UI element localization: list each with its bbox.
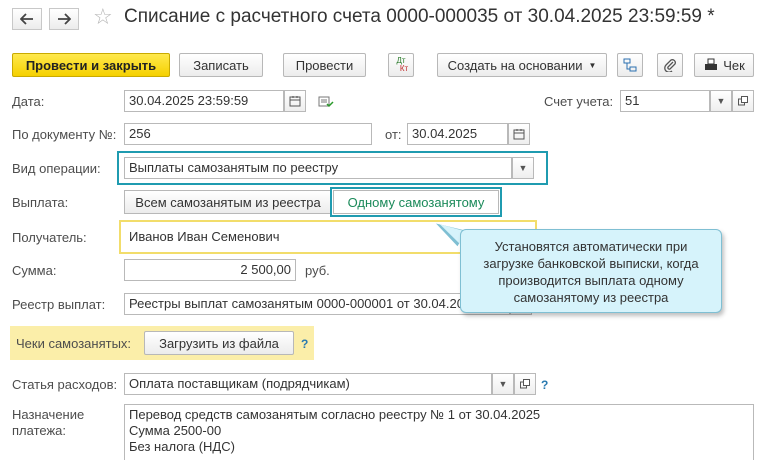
chevron-down-icon: ▼: [498, 379, 508, 389]
registry-label: Реестр выплат:: [12, 297, 106, 312]
paperclip-icon: [664, 59, 676, 72]
doc-date-field[interactable]: 30.04.2025: [407, 123, 508, 145]
date-label: Дата:: [12, 94, 45, 109]
operation-dropdown-button[interactable]: ▼: [512, 157, 534, 179]
date-field[interactable]: 30.04.2025 23:59:59: [124, 90, 284, 112]
post-and-close-button[interactable]: Провести и закрыть: [12, 53, 170, 77]
arrow-left-icon: [20, 13, 33, 25]
post-button[interactable]: Провести: [283, 53, 366, 77]
open-window-icon: [520, 379, 530, 389]
date-calendar-button[interactable]: [284, 90, 306, 112]
operation-label: Вид операции:: [12, 161, 101, 176]
check-label: Чек: [723, 57, 745, 73]
forward-button[interactable]: [49, 8, 79, 30]
operation-field[interactable]: Выплаты самозанятым по реестру: [124, 157, 512, 179]
account-open-button[interactable]: [732, 90, 754, 112]
back-button[interactable]: [12, 8, 42, 30]
chevron-down-icon: ▼: [518, 163, 528, 173]
expense-open-button[interactable]: [514, 373, 536, 395]
create-based-on-label: Создать на основании: [447, 57, 583, 73]
help-icon[interactable]: ?: [301, 337, 308, 351]
payment-label: Выплата:: [12, 195, 69, 210]
registry-field[interactable]: Реестры выплат самозанятым 0000-000001 о…: [124, 293, 510, 315]
purpose-textarea[interactable]: Перевод средств самозанятым согласно рее…: [124, 404, 754, 460]
chevron-down-icon: ▼: [716, 96, 726, 106]
kt-label: Кт: [399, 64, 409, 73]
calendar-icon: [289, 96, 301, 107]
attach-button[interactable]: [657, 53, 683, 77]
save-button[interactable]: Записать: [179, 53, 263, 77]
doc-number-field[interactable]: 256: [124, 123, 372, 145]
amount-label: Сумма:: [12, 263, 57, 278]
create-based-on-button[interactable]: Создать на основании ▼: [437, 53, 607, 77]
account-field[interactable]: 51: [620, 90, 710, 112]
help-icon[interactable]: ?: [541, 378, 548, 392]
check-button[interactable]: Чек: [694, 53, 754, 77]
page-title: Списание с расчетного счета 0000-000035 …: [124, 6, 715, 27]
payment-all-button[interactable]: Всем самозанятым из реестра: [124, 190, 332, 214]
amount-field[interactable]: 2 500,00: [124, 259, 296, 281]
open-window-icon: [738, 96, 748, 106]
expense-field[interactable]: Оплата поставщикам (подрядчикам): [124, 373, 492, 395]
purpose-label-line2: платежа:: [12, 423, 66, 438]
amount-currency: руб.: [305, 263, 330, 278]
account-label: Счет учета:: [544, 94, 614, 109]
doc-number-label: По документу №:: [12, 127, 117, 142]
doc-date-label: от:: [385, 127, 402, 142]
payment-one-button[interactable]: Одному самозанятому: [333, 190, 499, 214]
receipt-printer-icon: [705, 58, 718, 70]
structure-icon: [623, 58, 637, 72]
expense-label: Статья расходов:: [12, 377, 118, 392]
info-callout: Установятся автоматически при загрузке б…: [460, 229, 722, 313]
purpose-label-line1: Назначение: [12, 407, 85, 422]
arrow-right-icon: [58, 13, 71, 25]
doc-date-calendar-button[interactable]: [508, 123, 530, 145]
load-from-file-button[interactable]: Загрузить из файла: [144, 331, 294, 355]
checks-label: Чеки самозанятых:: [16, 336, 132, 351]
account-dropdown-button[interactable]: ▼: [710, 90, 732, 112]
favorite-star-icon[interactable]: ☆: [93, 4, 113, 30]
calendar-icon: [513, 129, 525, 140]
clipboard-check-icon[interactable]: [318, 95, 334, 112]
recipient-label: Получатель:: [12, 230, 87, 245]
structure-button[interactable]: [617, 53, 643, 77]
dt-kt-button[interactable]: Дт Кт: [388, 53, 414, 77]
expense-dropdown-button[interactable]: ▼: [492, 373, 514, 395]
chevron-down-icon: ▼: [588, 60, 597, 70]
